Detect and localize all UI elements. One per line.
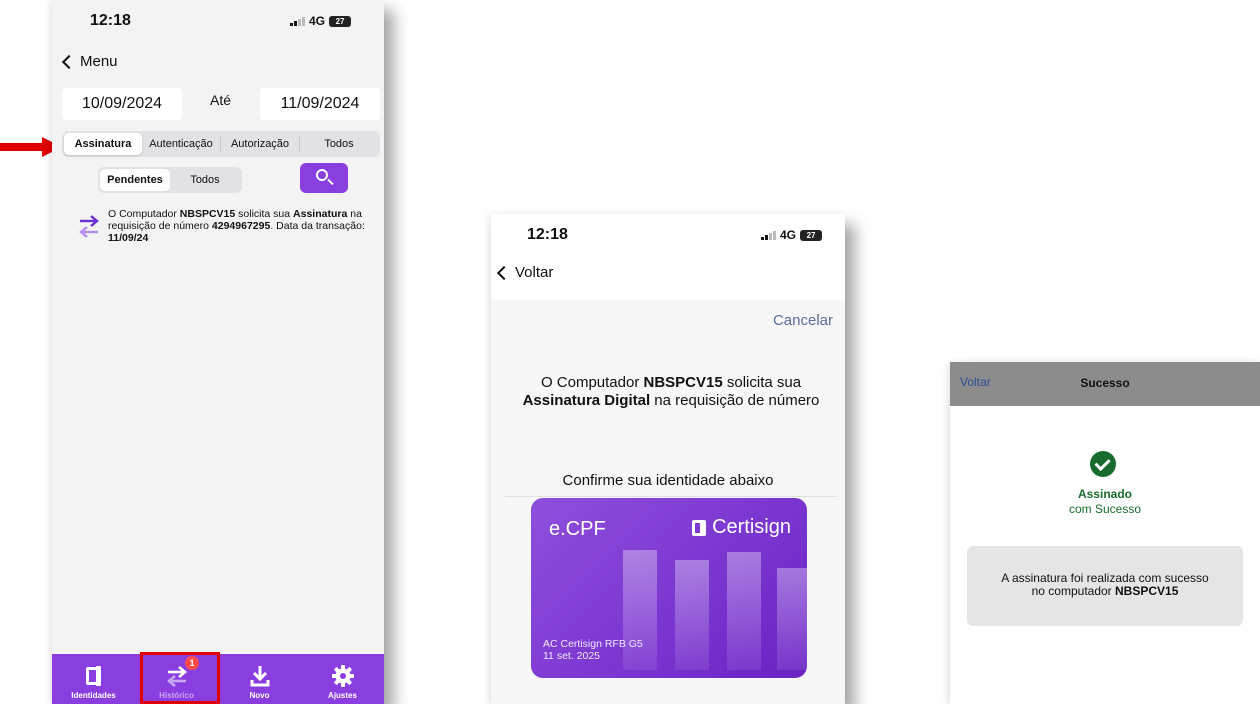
- message-prefix: no computador: [1031, 584, 1116, 598]
- tx-number: 4294967295: [211, 220, 271, 232]
- battery-icon: 27: [329, 15, 352, 27]
- back-voltar-label: Voltar: [515, 264, 554, 281]
- tx-prefix: O Computador: [108, 208, 180, 220]
- tab-novo[interactable]: Novo: [218, 654, 301, 704]
- card-decoration: [675, 560, 709, 670]
- back-voltar-button[interactable]: Voltar: [960, 375, 991, 389]
- tab-status-todos[interactable]: Todos: [170, 169, 240, 191]
- type-filter-tabs: Assinatura Autenticação Autorização Todo…: [62, 131, 380, 157]
- tab-identidades[interactable]: Identidades: [52, 654, 135, 704]
- message-computer: NBSPCV15: [1115, 584, 1179, 598]
- card-decoration: [727, 552, 761, 670]
- req-suffix: na requisição de número: [650, 392, 820, 409]
- request-description: O Computador NBSPCV15 solicita sua Assin…: [501, 374, 841, 410]
- tx-date: 11/09/24: [108, 232, 149, 244]
- phone-history-screen: 12:18 4G 27 Menu 10/09/2024 Até 11/09/20…: [52, 0, 384, 704]
- tab-todos[interactable]: Todos: [300, 133, 378, 155]
- req-computer: NBSPCV15: [643, 374, 723, 391]
- card-decoration: [777, 568, 807, 670]
- swap-arrows-icon: [79, 215, 99, 238]
- gear-icon: [331, 663, 354, 689]
- nav-bar: Sucesso Voltar: [950, 362, 1260, 406]
- id-card-icon: [85, 663, 103, 689]
- back-menu-button[interactable]: Menu: [60, 53, 118, 70]
- tab-autenticacao[interactable]: Autenticação: [142, 133, 220, 155]
- phone-signature-request-screen: 12:18 4G 27 Voltar Cancelar O Computador…: [491, 214, 845, 704]
- network-label: 4G: [309, 14, 326, 28]
- download-icon: [250, 663, 270, 689]
- transaction-list-item[interactable]: O Computador NBSPCV15 solicita sua Assin…: [78, 208, 378, 244]
- tab-autorizacao[interactable]: Autorização: [221, 133, 299, 155]
- historico-highlight-box: [140, 652, 220, 704]
- tab-ajustes-label: Ajustes: [328, 691, 357, 700]
- success-message: A assinatura foi realizada com sucesso n…: [967, 546, 1243, 626]
- back-menu-label: Menu: [80, 53, 118, 70]
- cancel-button[interactable]: Cancelar: [773, 312, 833, 329]
- card-product-label: e.CPF: [549, 518, 606, 540]
- tab-identidades-label: Identidades: [71, 691, 116, 700]
- status-bar: 12:18 4G 27: [52, 0, 384, 40]
- chevron-left-icon: [496, 265, 512, 280]
- signal-indicator: 4G 27: [761, 228, 823, 242]
- req-type: Assinatura Digital: [522, 392, 651, 409]
- tx-mid: solicita sua: [235, 208, 294, 220]
- req-mid: solicita sua: [722, 374, 802, 391]
- signal-bars-icon: [290, 16, 305, 26]
- status-filter-tabs: Pendentes Todos: [98, 167, 242, 193]
- card-brand: Certisign: [692, 516, 791, 539]
- header-area: 12:18 4G 27 Voltar: [491, 214, 845, 300]
- tx-type: Assinatura: [293, 208, 348, 220]
- card-details: AC Certisign RFB G5 11 set. 2025: [543, 638, 643, 662]
- signal-bars-icon: [761, 230, 776, 240]
- status-main: Assinado: [1077, 487, 1132, 501]
- date-to-label: Até: [210, 92, 232, 108]
- check-circle-icon: [1090, 451, 1116, 477]
- search-button[interactable]: [300, 163, 348, 193]
- card-expiry: 11 set. 2025: [543, 650, 601, 662]
- status-sub: com Sucesso: [1068, 502, 1142, 516]
- signal-indicator: 4G 27: [290, 14, 352, 28]
- nav-title: Sucesso: [1080, 376, 1130, 390]
- card-issuer: AC Certisign RFB G5: [543, 638, 643, 650]
- date-from-field[interactable]: 10/09/2024: [62, 88, 182, 120]
- status-time: 12:18: [527, 226, 568, 243]
- status-time: 12:18: [90, 12, 131, 29]
- tab-ajustes[interactable]: Ajustes: [301, 654, 384, 704]
- tab-pendentes[interactable]: Pendentes: [100, 169, 170, 191]
- req-prefix: O Computador: [540, 374, 644, 391]
- chevron-left-icon: [61, 54, 77, 69]
- card-brand-label: Certisign: [712, 516, 791, 538]
- message-line2: no computador NBSPCV15: [967, 585, 1243, 598]
- certificate-card[interactable]: e.CPF Certisign AC Certisign RFB G5 11 s…: [531, 498, 807, 678]
- divider: [505, 496, 837, 497]
- confirm-identity-text: Confirme sua identidade abaixo: [562, 472, 774, 489]
- tab-assinatura[interactable]: Assinatura: [64, 133, 142, 155]
- tx-mid3: . Data da transação:: [270, 220, 365, 232]
- certisign-logo-icon: [692, 519, 707, 536]
- phone-success-screen: Sucesso Voltar Assinado com Sucesso A as…: [950, 362, 1260, 704]
- network-label: 4G: [780, 228, 797, 242]
- battery-icon: 27: [800, 229, 823, 241]
- back-voltar-button[interactable]: Voltar: [495, 264, 553, 281]
- tab-novo-label: Novo: [249, 691, 270, 700]
- date-to-field[interactable]: 11/09/2024: [260, 88, 380, 120]
- transaction-text: O Computador NBSPCV15 solicita sua Assin…: [108, 208, 378, 244]
- tx-computer: NBSPCV15: [179, 208, 236, 220]
